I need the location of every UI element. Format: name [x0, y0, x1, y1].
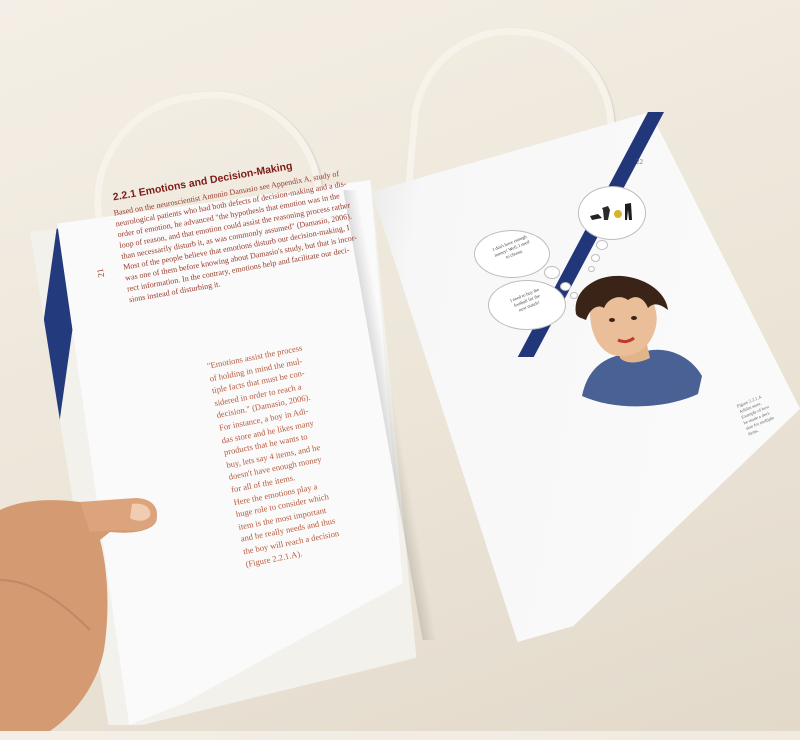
left-page-number: 21 — [94, 267, 107, 279]
thought-dot — [591, 254, 600, 262]
pants-icon — [625, 203, 632, 220]
thought-dot — [596, 240, 608, 250]
thought-dot — [588, 266, 595, 272]
hand-palm — [0, 500, 157, 731]
shirt-icon — [602, 206, 610, 220]
shoe-icon — [590, 214, 602, 220]
photo-scene: 21 2.2.1 Emotions and Decision-Making Ba… — [0, 0, 800, 731]
hand — [0, 480, 170, 740]
right-page-number: 22 — [636, 158, 643, 166]
football-icon — [614, 210, 622, 218]
product-icons — [588, 200, 636, 226]
boy-eye-left — [609, 318, 615, 322]
boy-eye-right — [631, 316, 637, 320]
thought-dot — [544, 266, 560, 279]
boy-illustration — [568, 274, 708, 410]
